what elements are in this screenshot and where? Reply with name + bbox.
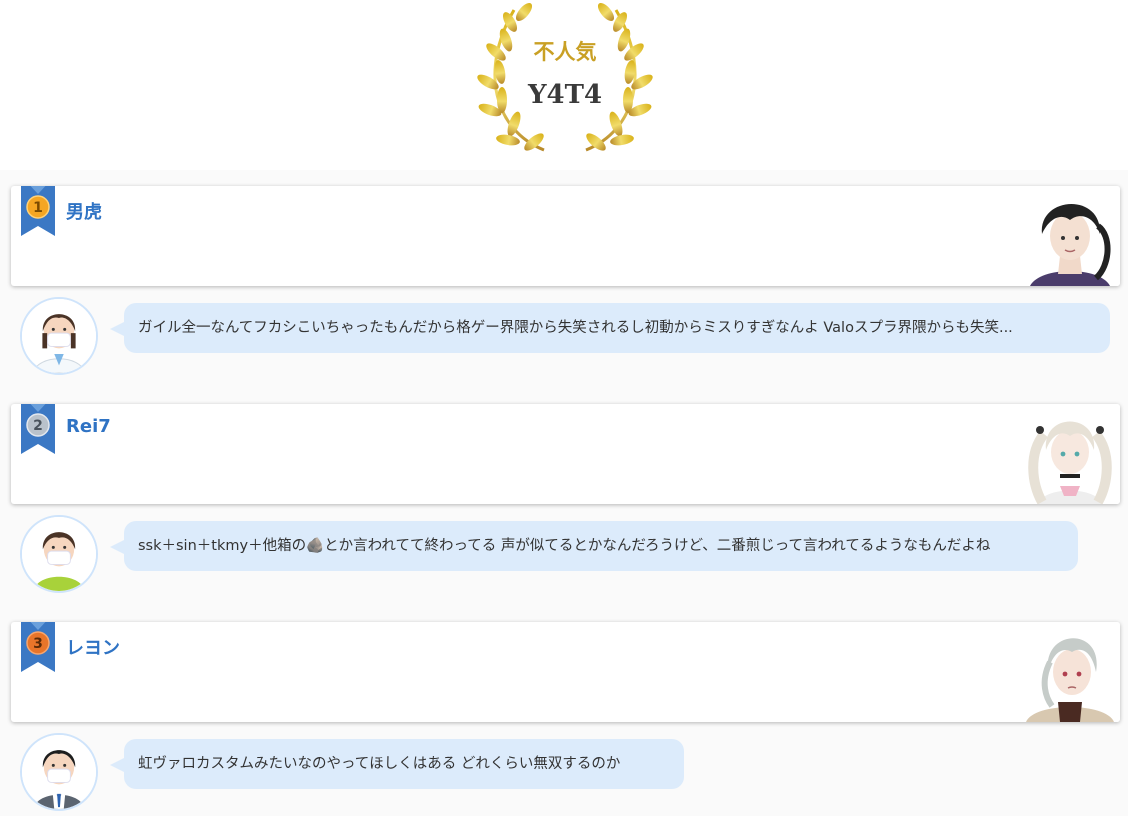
silver-haired-vtuber-portrait-icon bbox=[1020, 622, 1120, 722]
rank-name-3[interactable]: レヨン bbox=[66, 634, 120, 660]
rank-card-1[interactable]: 1 男虎 bbox=[11, 186, 1120, 286]
comment-row-2: ssk＋sin＋tkmy＋他箱の🪨とか言われてて終わってる 声が似てるとかなんだ… bbox=[0, 515, 1128, 595]
masked-businessman-avatar-icon bbox=[20, 733, 98, 811]
comment-row-3: 虹ヴァロカスタムみたいなのやってほしくはある どれくらい無双するのか bbox=[0, 733, 1128, 813]
comment-bubble-2: ssk＋sin＋tkmy＋他箱の🪨とか言われてて終わってる 声が似てるとかなんだ… bbox=[124, 521, 1078, 571]
rank-ribbon-1-icon: 1 bbox=[21, 186, 55, 236]
rank-number-2: 2 bbox=[33, 418, 43, 434]
ranking-page: 不人気 Y4T4 1 男虎 ガイル全一なんてフカシこいちゃったもんだから格ゲー界… bbox=[0, 0, 1128, 816]
rank-ribbon-3-icon: 3 bbox=[21, 622, 55, 672]
award-header: 不人気 Y4T4 bbox=[0, 0, 1128, 170]
rank-name-2[interactable]: Rei7 bbox=[66, 416, 111, 437]
award-name: Y4T4 bbox=[527, 80, 603, 110]
comment-row-1: ガイル全一なんてフカシこいちゃったもんだから格ゲー界隈から失笑されるし初動からミ… bbox=[0, 297, 1128, 377]
comment-bubble-1: ガイル全一なんてフカシこいちゃったもんだから格ゲー界隈から失笑されるし初動からミ… bbox=[124, 303, 1110, 353]
rank-card-2[interactable]: 2 Rei7 bbox=[11, 404, 1120, 504]
rank-ribbon-2-icon: 2 bbox=[21, 404, 55, 454]
rank-card-3[interactable]: 3 レヨン bbox=[11, 622, 1120, 722]
rank-name-1[interactable]: 男虎 bbox=[66, 198, 102, 224]
rank-number-1: 1 bbox=[33, 200, 43, 216]
comment-bubble-3: 虹ヴァロカスタムみたいなのやってほしくはある どれくらい無双するのか bbox=[124, 739, 684, 789]
white-haired-twintail-vtuber-portrait-icon bbox=[1020, 404, 1120, 504]
masked-doctor-avatar-icon bbox=[20, 297, 98, 375]
masked-boy-avatar-icon bbox=[20, 515, 98, 593]
dark-haired-vtuber-portrait-icon bbox=[1020, 186, 1120, 286]
award-label: 不人気 bbox=[533, 40, 597, 64]
rank-number-3: 3 bbox=[33, 636, 43, 652]
